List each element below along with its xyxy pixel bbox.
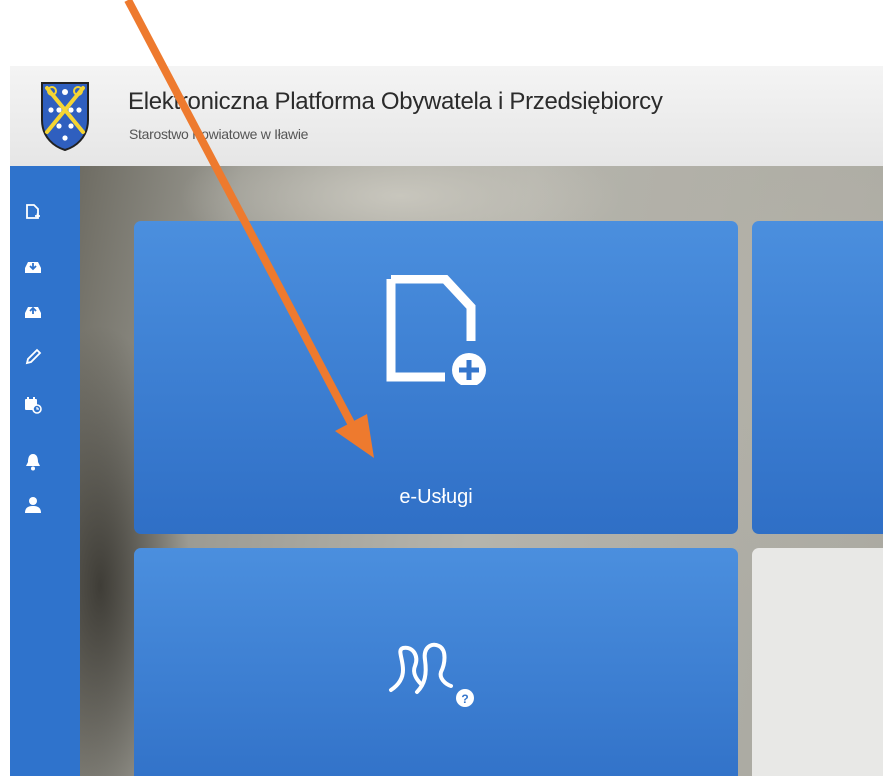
new-document-plus-icon — [386, 275, 486, 385]
app-title: Elektroniczna Platforma Obywatela i Prze… — [128, 88, 663, 115]
tile-right-bottom[interactable] — [752, 548, 883, 776]
help-people-icon: ? — [389, 642, 474, 707]
bell-icon[interactable] — [24, 453, 42, 471]
user-icon[interactable] — [24, 496, 42, 514]
new-document-icon[interactable] — [24, 203, 42, 221]
tile-pomoc[interactable]: ? — [134, 548, 738, 776]
sidebar — [10, 166, 80, 776]
outbox-icon[interactable] — [24, 303, 42, 321]
calendar-clock-icon[interactable] — [24, 396, 42, 414]
coat-of-arms-logo[interactable] — [39, 80, 91, 152]
app-window: Elektroniczna Platforma Obywatela i Prze… — [10, 66, 883, 776]
pencil-icon[interactable] — [24, 348, 42, 366]
svg-text:?: ? — [461, 692, 468, 706]
tile-e-uslugi[interactable]: e-Usługi — [134, 221, 738, 534]
tile-label: e-Usługi — [399, 486, 473, 508]
tile-right-top[interactable] — [752, 221, 883, 534]
header: Elektroniczna Platforma Obywatela i Prze… — [10, 66, 883, 167]
inbox-icon[interactable] — [24, 258, 42, 276]
app-subtitle: Starostwo Powiatowe w Iławie — [129, 126, 309, 142]
